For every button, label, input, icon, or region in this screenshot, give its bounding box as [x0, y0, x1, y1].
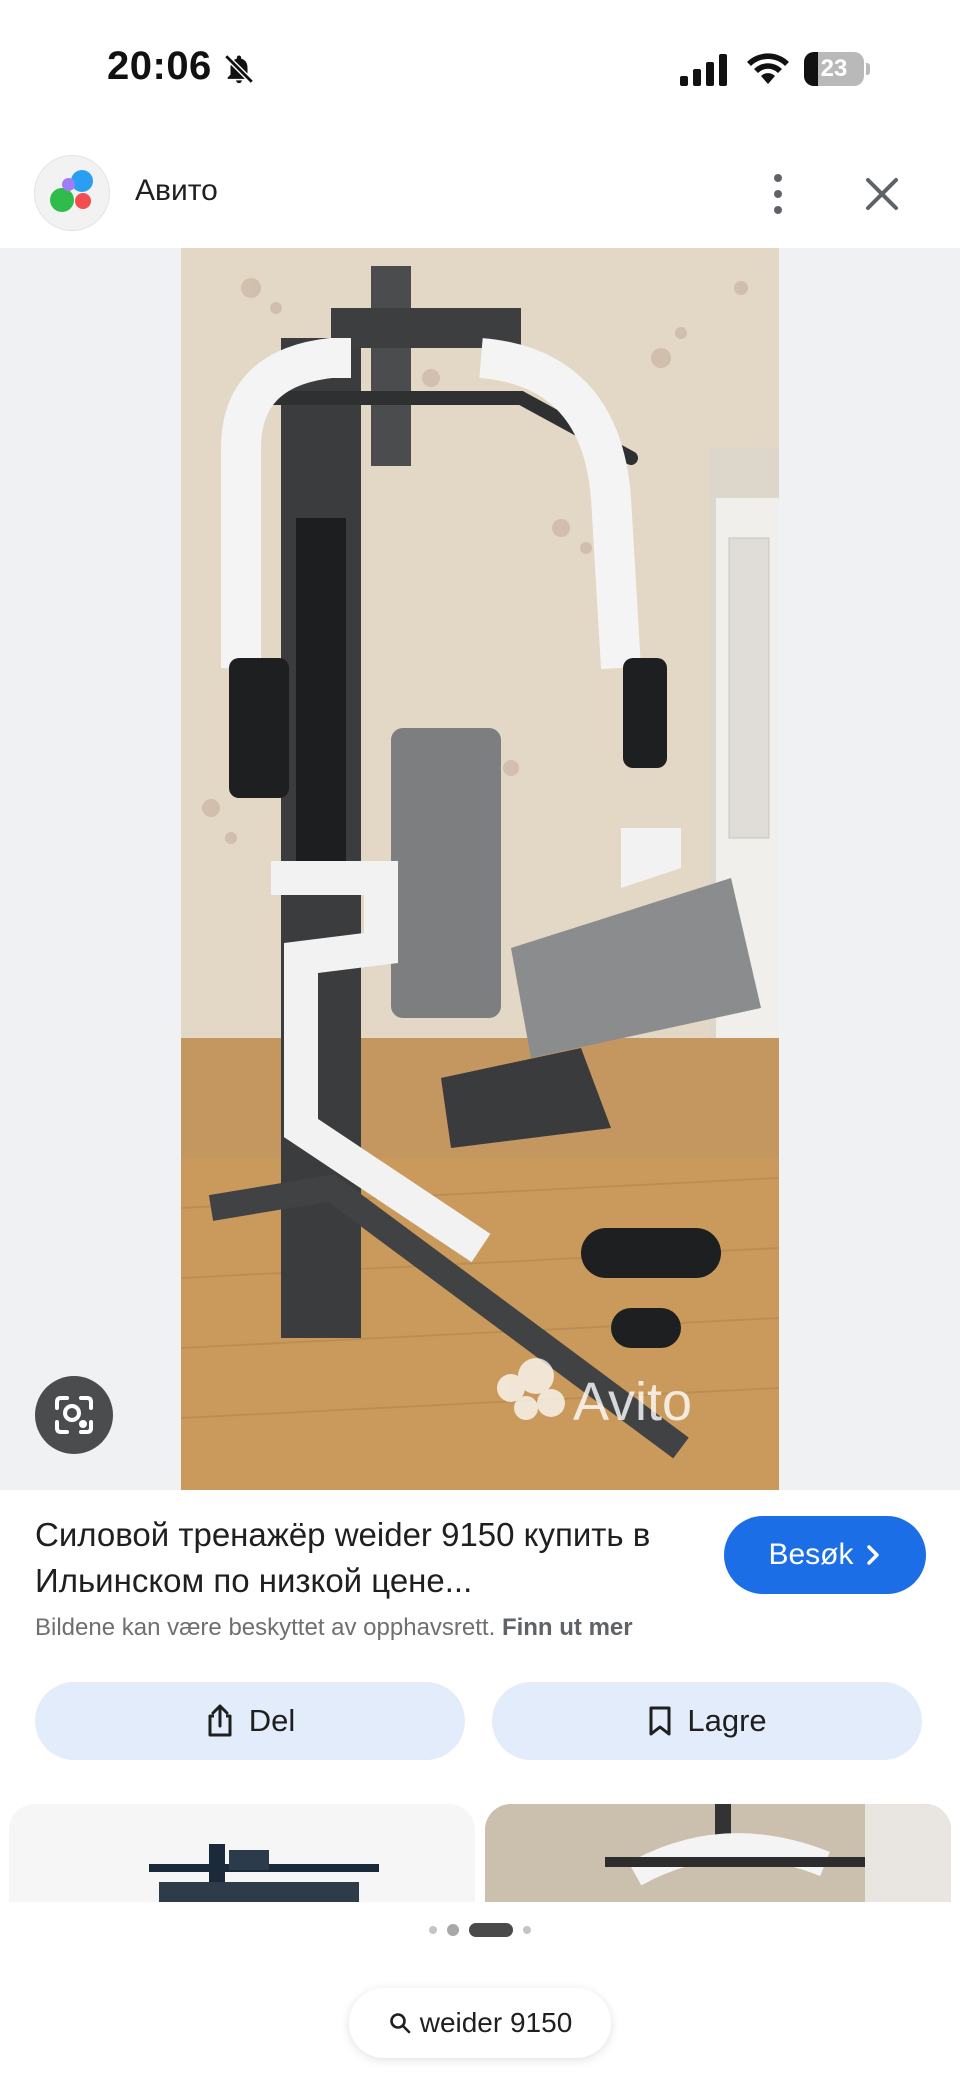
lens-search-icon	[55, 1396, 93, 1434]
learn-more-link[interactable]: Finn ut mer	[502, 1614, 633, 1641]
share-label: Del	[248, 1703, 296, 1738]
more-options-button[interactable]	[758, 166, 798, 222]
cellular-signal-icon	[680, 54, 727, 86]
wifi-icon	[747, 53, 789, 84]
site-name[interactable]: Авито	[135, 174, 218, 208]
page-indicator	[0, 1922, 960, 1938]
bell-slash-icon	[224, 54, 254, 84]
lens-search-button[interactable]	[35, 1376, 113, 1454]
visit-button[interactable]: Besøk	[724, 1516, 926, 1594]
bookmark-icon	[649, 1706, 671, 1736]
search-query-chip[interactable]: weider 9150	[349, 1988, 611, 2058]
share-button[interactable]: Del	[35, 1682, 465, 1760]
copyright-text: Bildene kan være beskyttet av opphavsret…	[35, 1614, 496, 1641]
related-image	[149, 1844, 379, 1902]
result-header: Авито	[0, 140, 960, 248]
visit-label: Besøk	[768, 1538, 854, 1571]
avito-watermark: Avito	[573, 1372, 692, 1432]
related-image-thumbnail[interactable]	[9, 1804, 475, 1902]
more-vert-icon	[774, 174, 782, 182]
status-time: 20:06	[107, 44, 212, 88]
copyright-notice: Bildene kan være beskyttet av opphavsret…	[35, 1614, 633, 1642]
product-photo: Avito	[181, 248, 779, 1490]
share-icon	[208, 1704, 232, 1737]
save-label: Lagre	[687, 1703, 767, 1738]
chevron-right-icon	[866, 1545, 879, 1565]
search-query: weider 9150	[419, 2007, 573, 2038]
result-title[interactable]: Силовой тренажёр weider 9150 купить в Ил…	[35, 1512, 695, 1604]
search-icon	[389, 2013, 411, 2034]
bottom-bar: weider 9150	[0, 1902, 960, 2086]
battery-level: 23	[820, 55, 848, 82]
battery-icon: 23	[804, 52, 870, 86]
save-button[interactable]: Lagre	[492, 1682, 922, 1760]
status-bar: 20:06 23	[0, 0, 960, 140]
related-image	[485, 1804, 951, 1902]
close-icon[interactable]	[856, 168, 908, 220]
avito-logo	[34, 155, 110, 231]
related-image-thumbnail[interactable]	[485, 1804, 951, 1902]
image-viewer[interactable]: Avito	[0, 248, 960, 1490]
